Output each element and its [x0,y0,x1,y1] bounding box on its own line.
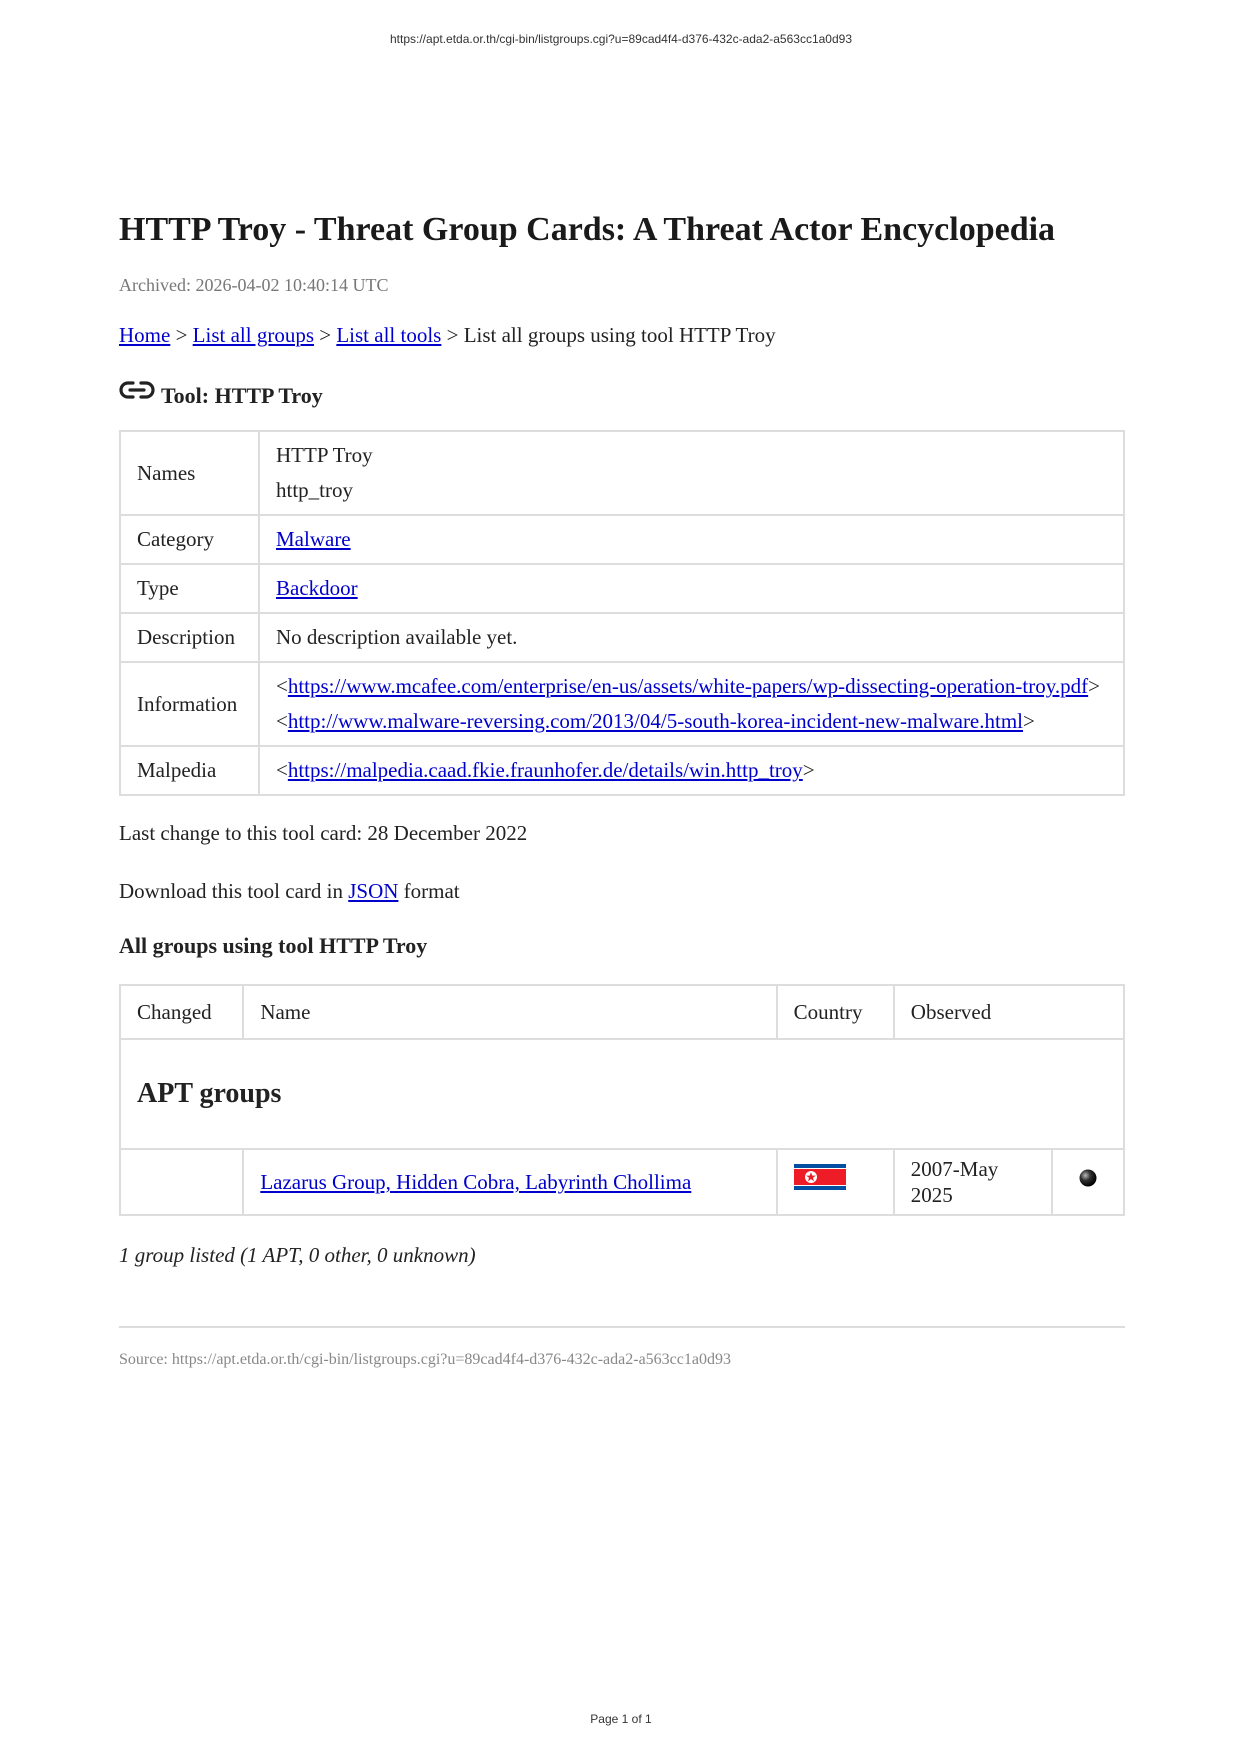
group-link[interactable]: Lazarus Group, Hidden Cobra, Labyrinth C… [260,1170,691,1194]
breadcrumb-list-groups-link[interactable]: List all groups [193,323,314,347]
information-entry: <https://www.mcafee.com/enterprise/en-us… [276,674,1100,698]
column-header-country: Country [775,984,895,1040]
cell-observed: 2007-May 2025 [892,1148,1054,1216]
groups-heading: All groups using tool HTTP Troy [119,933,428,958]
column-header-observed: Observed [892,984,1126,1040]
tool-row-names: Names HTTP Troy http_troy [119,430,1125,516]
groups-table: Changed Name Country Observed APT groups… [118,984,1126,1216]
breadcrumb-list-tools-link[interactable]: List all tools [336,323,441,347]
row-value: HTTP Troy http_troy [258,430,1125,516]
tool-heading: Tool: HTTP Troy [119,378,1125,410]
row-label: Type [119,563,260,614]
print-footer-page-number: Page 1 of 1 [590,1712,652,1726]
tool-row-type: Type Backdoor [119,563,1125,614]
cell-country [775,1148,895,1216]
tool-row-malpedia: Malpedia <https://malpedia.caad.fkie.fra… [119,745,1125,796]
divider [119,1326,1125,1328]
breadcrumb: Home > List all groups > List all tools … [119,322,1125,348]
information-link[interactable]: https://www.mcafee.com/enterprise/en-us/… [288,674,1088,698]
source-url: Source: https://apt.etda.or.th/cgi-bin/l… [119,1351,731,1368]
table-row: Lazarus Group, Hidden Cobra, Labyrinth C… [118,1148,1125,1216]
breadcrumb-separator: > [446,323,459,347]
type-link[interactable]: Backdoor [276,576,358,600]
groups-summary: 1 group listed (1 APT, 0 other, 0 unknow… [119,1243,476,1267]
row-value: No description available yet. [258,612,1125,663]
breadcrumb-home-link[interactable]: Home [119,323,170,347]
information-entry: <http://www.malware-reversing.com/2013/0… [276,709,1035,733]
tool-name: HTTP Troy [276,443,373,467]
row-label: Malpedia [119,745,260,796]
download-suffix: format [403,879,460,903]
link-icon [119,381,155,399]
last-change-text: Last change to this tool card: 28 Decemb… [119,821,528,845]
row-value: Malware [258,514,1125,565]
row-label: Information [119,661,260,747]
row-label: Names [119,430,260,516]
malpedia-link[interactable]: https://malpedia.caad.fkie.fraunhofer.de… [288,758,803,782]
cell-changed [118,1148,245,1216]
cell-name: Lazarus Group, Hidden Cobra, Labyrinth C… [242,1148,778,1216]
breadcrumb-current: List all groups using tool HTTP Troy [463,323,776,347]
north-korea-flag-icon [793,1164,846,1190]
row-label: Category [119,514,260,565]
download-prefix: Download this tool card in [119,879,343,903]
tool-name: http_troy [276,478,353,502]
row-value: <https://malpedia.caad.fkie.fraunhofer.d… [258,745,1125,796]
archived-timestamp: Archived: 2026-04-02 10:40:14 UTC [119,275,389,295]
cell-status [1051,1148,1125,1216]
column-header-name: Name [242,984,778,1040]
download-line: Download this tool card in JSON format [119,878,1125,904]
tool-row-description: Description No description available yet… [119,612,1125,663]
breadcrumb-separator: > [319,323,332,347]
category-link[interactable]: Malware [276,527,351,551]
page-content: HTTP Troy - Threat Group Cards: A Threat… [118,210,1126,1370]
row-value: <https://www.mcafee.com/enterprise/en-us… [258,661,1125,747]
information-link[interactable]: http://www.malware-reversing.com/2013/04… [288,709,1023,733]
tool-row-category: Category Malware [119,514,1125,565]
page-title: HTTP Troy - Threat Group Cards: A Threat… [119,211,1056,248]
breadcrumb-separator: > [175,323,188,347]
json-download-link[interactable]: JSON [348,879,398,903]
tool-info-table: Names HTTP Troy http_troy Category Malwa… [119,430,1125,796]
tool-heading-text: Tool: HTTP Troy [161,383,323,408]
print-header-url: https://apt.etda.or.th/cgi-bin/listgroup… [390,32,852,46]
section-title: APT groups [119,1038,1125,1150]
column-header-changed: Changed [118,984,245,1040]
black-circle-icon [1079,1169,1097,1187]
tool-row-information: Information <https://www.mcafee.com/ente… [119,661,1125,747]
row-value: Backdoor [258,563,1125,614]
groups-header-row: Changed Name Country Observed [118,984,1126,1040]
section-row-apt: APT groups [119,1038,1125,1150]
row-label: Description [119,612,260,663]
